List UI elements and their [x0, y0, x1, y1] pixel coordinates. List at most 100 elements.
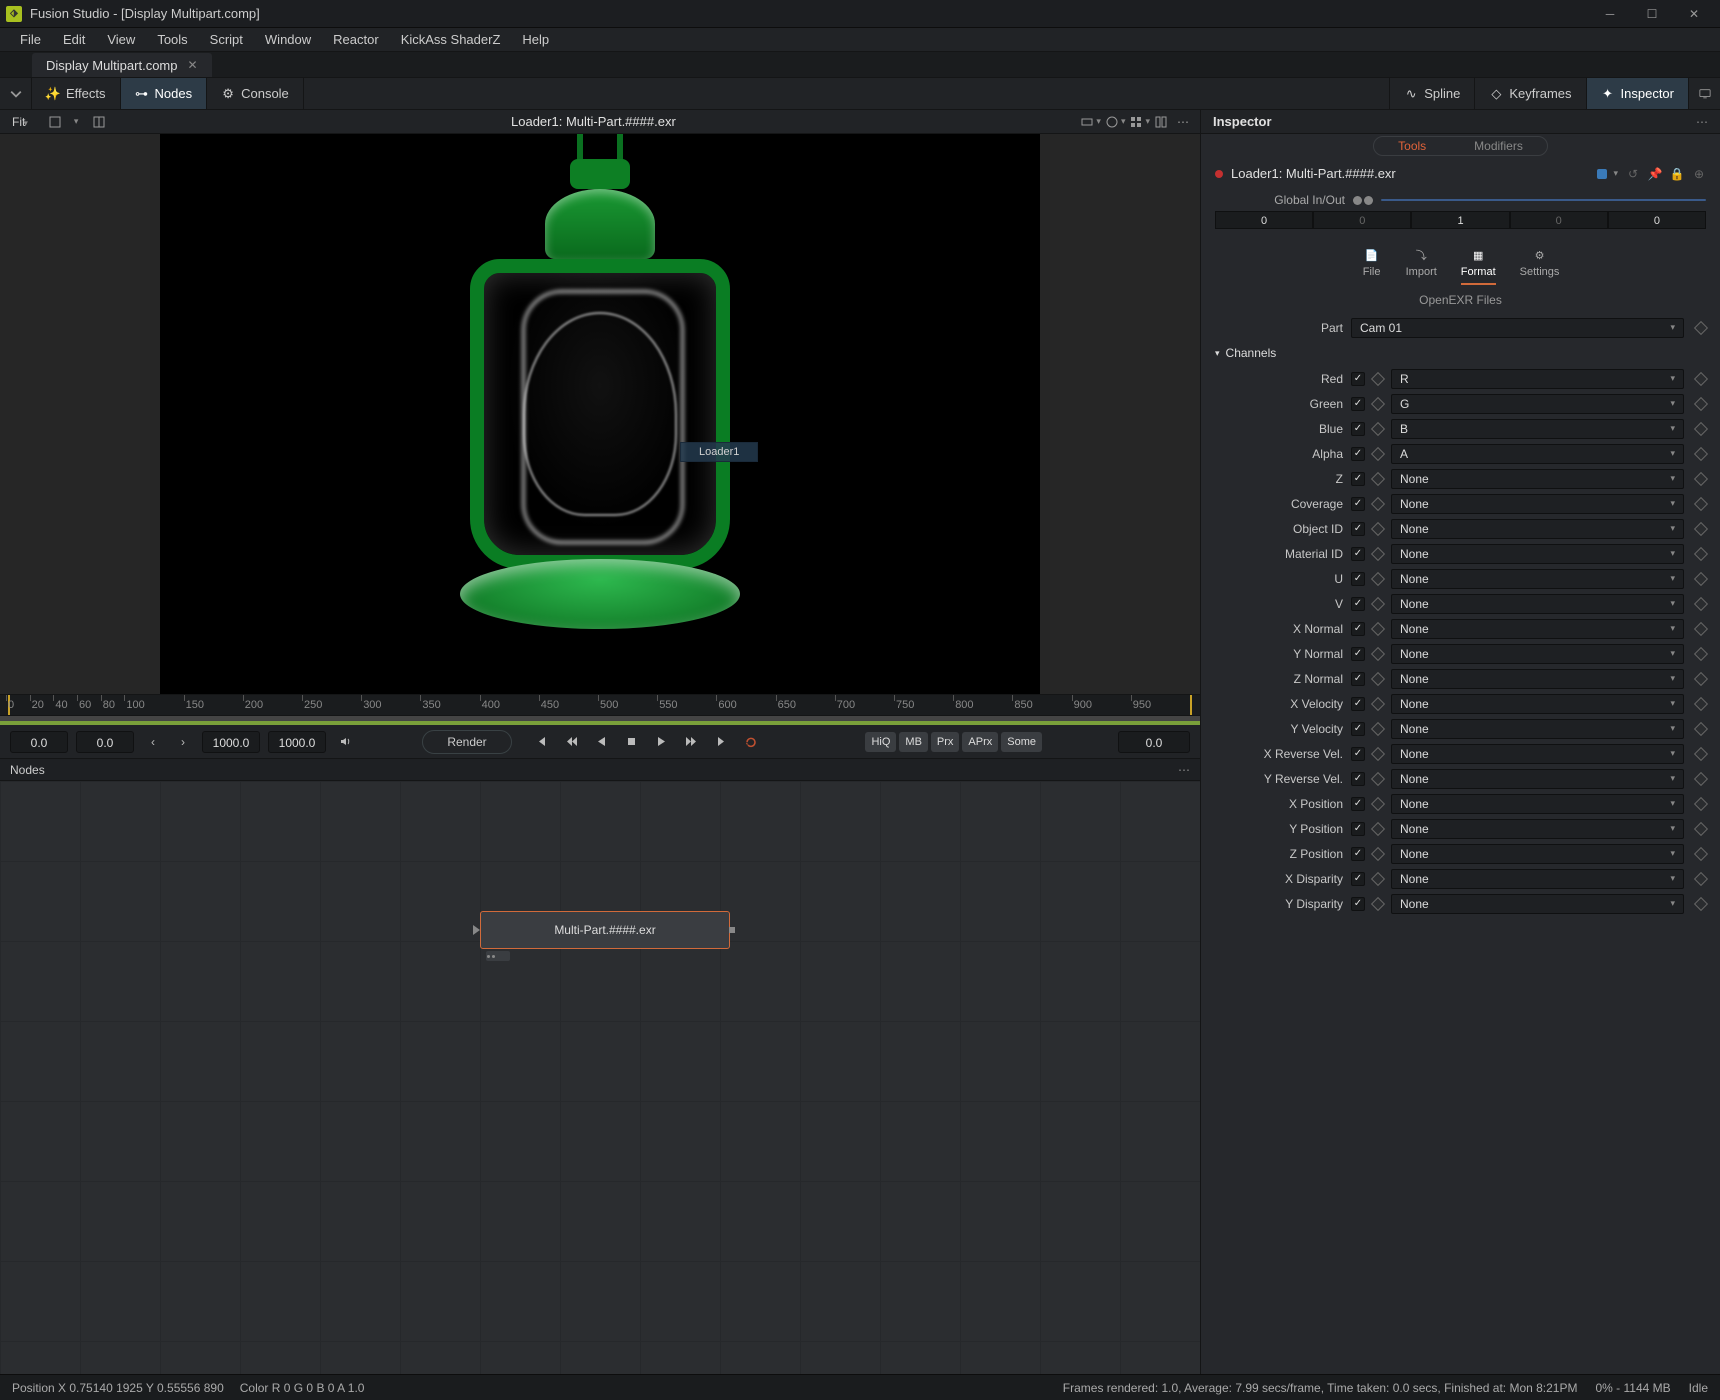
node-graph[interactable]: Multi-Part.####.exr [0, 781, 1200, 1374]
timeline-ruler[interactable]: 0204060801001502002503003504004505005506… [0, 694, 1200, 716]
channel-enable-checkbox[interactable]: ✓ [1351, 897, 1365, 911]
play-button[interactable] [650, 731, 672, 753]
grid-icon[interactable] [1125, 113, 1147, 131]
channel-enable-checkbox[interactable]: ✓ [1351, 647, 1365, 661]
channel-dropdown[interactable]: R▾ [1391, 369, 1684, 389]
tools-pill[interactable]: Tools [1374, 137, 1450, 155]
end-frame-field[interactable]: 0.0 [1118, 731, 1190, 753]
global-field-4[interactable]: 0 [1608, 211, 1706, 229]
keyframes-tab[interactable]: ◇ Keyframes [1474, 78, 1585, 109]
layout-a-icon[interactable] [44, 113, 66, 131]
channel-keyframe-diamond-r[interactable] [1694, 496, 1708, 510]
channel-keyframe-diamond[interactable] [1371, 871, 1385, 885]
channel-keyframe-diamond-r[interactable] [1694, 846, 1708, 860]
fit-dropdown[interactable]: Fit▾ [6, 113, 34, 131]
expand-toggle[interactable] [0, 78, 32, 110]
channel-enable-checkbox[interactable]: ✓ [1351, 372, 1365, 386]
view-mode-icon[interactable] [1076, 113, 1098, 131]
node-color-dot[interactable] [1215, 170, 1223, 178]
channel-keyframe-diamond[interactable] [1371, 521, 1385, 535]
goto-end-button[interactable] [710, 731, 732, 753]
channel-dropdown[interactable]: None▾ [1391, 719, 1684, 739]
channel-keyframe-diamond[interactable] [1371, 646, 1385, 660]
import-proptab[interactable]: ⤵Import [1406, 247, 1437, 285]
modifiers-pill[interactable]: Modifiers [1450, 137, 1547, 155]
node-output-port[interactable] [729, 927, 735, 933]
channel-keyframe-diamond-r[interactable] [1694, 446, 1708, 460]
channel-keyframe-diamond[interactable] [1371, 821, 1385, 835]
range-end-field[interactable]: 1000.0 [202, 731, 260, 753]
channel-dropdown[interactable]: None▾ [1391, 894, 1684, 914]
channel-enable-checkbox[interactable]: ✓ [1351, 847, 1365, 861]
channel-enable-checkbox[interactable]: ✓ [1351, 522, 1365, 536]
channel-keyframe-diamond[interactable] [1371, 771, 1385, 785]
channel-keyframe-diamond-r[interactable] [1694, 696, 1708, 710]
channel-enable-checkbox[interactable]: ✓ [1351, 672, 1365, 686]
channel-dropdown[interactable]: G▾ [1391, 394, 1684, 414]
file-proptab[interactable]: 📄File [1362, 247, 1382, 285]
channel-keyframe-diamond-r[interactable] [1694, 421, 1708, 435]
next-key-button[interactable]: › [172, 731, 194, 753]
inspector-menu-icon[interactable]: ⋯ [1696, 115, 1708, 129]
channel-dropdown[interactable]: None▾ [1391, 569, 1684, 589]
channel-enable-checkbox[interactable]: ✓ [1351, 597, 1365, 611]
split-icon[interactable] [1150, 113, 1172, 131]
channel-keyframe-diamond-r[interactable] [1694, 746, 1708, 760]
settings-proptab[interactable]: ⚙Settings [1520, 247, 1560, 285]
channel-enable-checkbox[interactable]: ✓ [1351, 822, 1365, 836]
reset-icon[interactable]: ↺ [1626, 167, 1640, 181]
lock-icon[interactable]: 🔒 [1670, 167, 1684, 181]
channel-keyframe-diamond-r[interactable] [1694, 546, 1708, 560]
channel-dropdown[interactable]: None▾ [1391, 519, 1684, 539]
menu-tools[interactable]: Tools [147, 29, 197, 50]
viewer-assign-icon[interactable] [1597, 169, 1607, 179]
channel-keyframe-diamond[interactable] [1371, 621, 1385, 635]
menu-kickass-shaderz[interactable]: KickAss ShaderZ [391, 29, 511, 50]
more-icon[interactable]: ⋯ [1172, 113, 1194, 131]
stop-button[interactable] [620, 731, 642, 753]
menu-script[interactable]: Script [200, 29, 253, 50]
menu-edit[interactable]: Edit [53, 29, 95, 50]
channel-dropdown[interactable]: None▾ [1391, 694, 1684, 714]
channel-keyframe-diamond[interactable] [1371, 696, 1385, 710]
global-field-2[interactable]: 1 [1411, 211, 1509, 229]
channel-dropdown[interactable]: B▾ [1391, 419, 1684, 439]
channel-enable-checkbox[interactable]: ✓ [1351, 872, 1365, 886]
channel-keyframe-diamond[interactable] [1371, 746, 1385, 760]
channel-dropdown[interactable]: None▾ [1391, 769, 1684, 789]
channel-keyframe-diamond[interactable] [1371, 896, 1385, 910]
console-tab[interactable]: ⚙ Console [207, 78, 304, 109]
channel-dropdown[interactable]: None▾ [1391, 869, 1684, 889]
close-tab-icon[interactable]: ✕ [188, 58, 198, 72]
menu-file[interactable]: File [10, 29, 51, 50]
channel-keyframe-diamond[interactable] [1371, 671, 1385, 685]
range-start-field[interactable]: 0.0 [10, 731, 68, 753]
step-back-button[interactable] [560, 731, 582, 753]
format-proptab[interactable]: ▦Format [1461, 247, 1496, 285]
channel-enable-checkbox[interactable]: ✓ [1351, 472, 1365, 486]
channel-keyframe-diamond[interactable] [1371, 596, 1385, 610]
channel-enable-checkbox[interactable]: ✓ [1351, 772, 1365, 786]
render-button[interactable]: Render [422, 730, 512, 754]
nodes-tab[interactable]: ⊶ Nodes [121, 78, 208, 109]
channel-keyframe-diamond-r[interactable] [1694, 771, 1708, 785]
channel-dropdown[interactable]: None▾ [1391, 494, 1684, 514]
quality-prx-button[interactable]: Prx [931, 732, 960, 752]
viewer[interactable]: Loader1 [0, 134, 1200, 694]
channel-enable-checkbox[interactable]: ✓ [1351, 397, 1365, 411]
channel-keyframe-diamond[interactable] [1371, 796, 1385, 810]
channel-enable-checkbox[interactable]: ✓ [1351, 697, 1365, 711]
channel-dropdown[interactable]: None▾ [1391, 619, 1684, 639]
maximize-button[interactable]: ☐ [1632, 4, 1672, 24]
goto-start-button[interactable] [530, 731, 552, 753]
settings-dots-icon[interactable]: ⊕ [1692, 167, 1706, 181]
global-field-0[interactable]: 0 [1215, 211, 1313, 229]
channel-enable-checkbox[interactable]: ✓ [1351, 447, 1365, 461]
channel-dropdown[interactable]: None▾ [1391, 594, 1684, 614]
current-frame-field[interactable]: 0.0 [76, 731, 134, 753]
part-dropdown[interactable]: Cam 01▾ [1351, 318, 1684, 338]
menu-reactor[interactable]: Reactor [323, 29, 389, 50]
prev-key-button[interactable]: ‹ [142, 731, 164, 753]
inspector-tab[interactable]: ✦ Inspector [1586, 78, 1688, 109]
document-tab[interactable]: Display Multipart.comp ✕ [32, 53, 212, 77]
